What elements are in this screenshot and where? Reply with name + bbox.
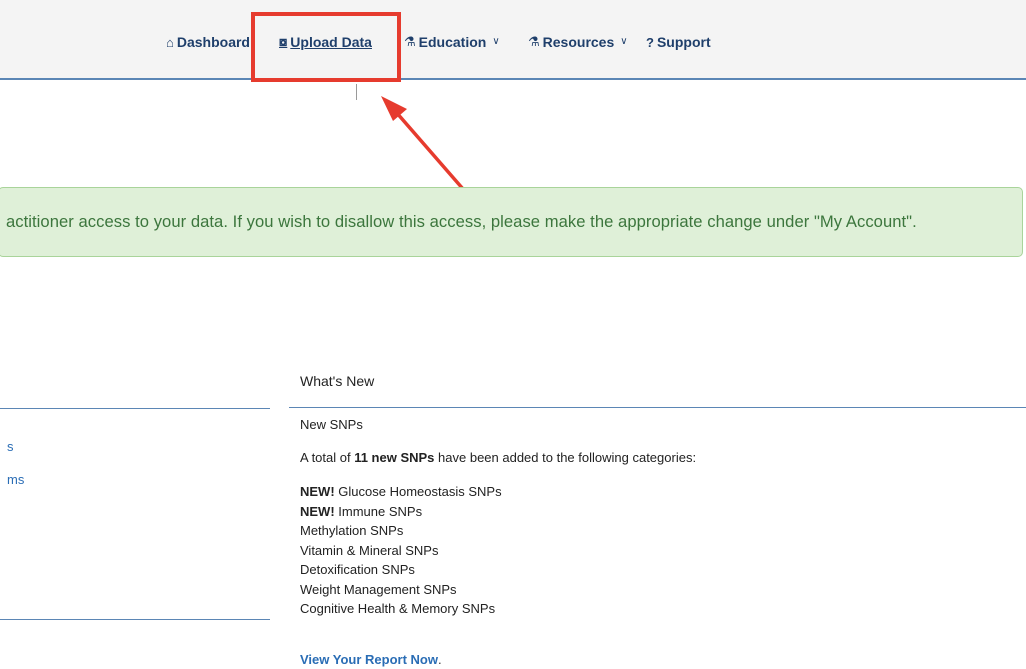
list-item-label: Weight Management SNPs (300, 581, 457, 597)
list-item-label: Methylation SNPs (300, 523, 404, 538)
list-item-label: Glucose Homeostasis SNPs (334, 484, 502, 499)
new-badge: NEW! (300, 484, 335, 499)
whats-new-intro: A total of 11 new SNPs have been added t… (300, 450, 696, 465)
snp-category-list: NEW! Glucose Homeostasis SNPs NEW! Immun… (300, 482, 502, 619)
list-item-label: Cognitive Health & Memory SNPs (300, 601, 496, 616)
list-item: NEW! Glucose Homeostasis SNPs (300, 482, 502, 502)
whats-new-heading: What's New (300, 373, 375, 389)
report-suffix: . (437, 652, 442, 667)
left-panel-divider (0, 408, 270, 409)
alert-message: actitioner access to your data. If you w… (6, 212, 917, 231)
view-report-link[interactable]: View Your Report Now (300, 652, 438, 667)
list-item: Weight Management SNPs (300, 580, 502, 600)
new-badge: NEW! (300, 503, 335, 519)
info-alert: actitioner access to your data. If you w… (0, 187, 1023, 257)
list-item: NEW! Immune SNPs (300, 502, 502, 522)
intro-prefix: A total of (300, 450, 355, 465)
list-item-label: Detoxification SNPs (300, 562, 415, 577)
list-item: Vitamin & Mineral SNPs (300, 541, 502, 561)
whats-new-divider (289, 407, 1026, 408)
intro-count: 11 new SNPs (354, 450, 435, 465)
left-panel-link[interactable]: ms (7, 472, 24, 487)
intro-suffix: have been added to the following categor… (434, 450, 697, 465)
list-item: Cognitive Health & Memory SNPs (300, 599, 502, 619)
list-item: Methylation SNPs (300, 521, 502, 541)
whats-new-subheading: New SNPs (300, 417, 363, 432)
report-line: View Your Report Now. (300, 652, 442, 667)
left-panel-divider (0, 619, 270, 620)
annotation-arrow-icon (381, 96, 472, 199)
list-item-label: Immune SNPs (334, 503, 423, 519)
left-panel-link[interactable]: s (7, 439, 14, 454)
list-item: Detoxification SNPs (300, 560, 502, 580)
list-item-label: Vitamin & Mineral SNPs (300, 542, 439, 558)
